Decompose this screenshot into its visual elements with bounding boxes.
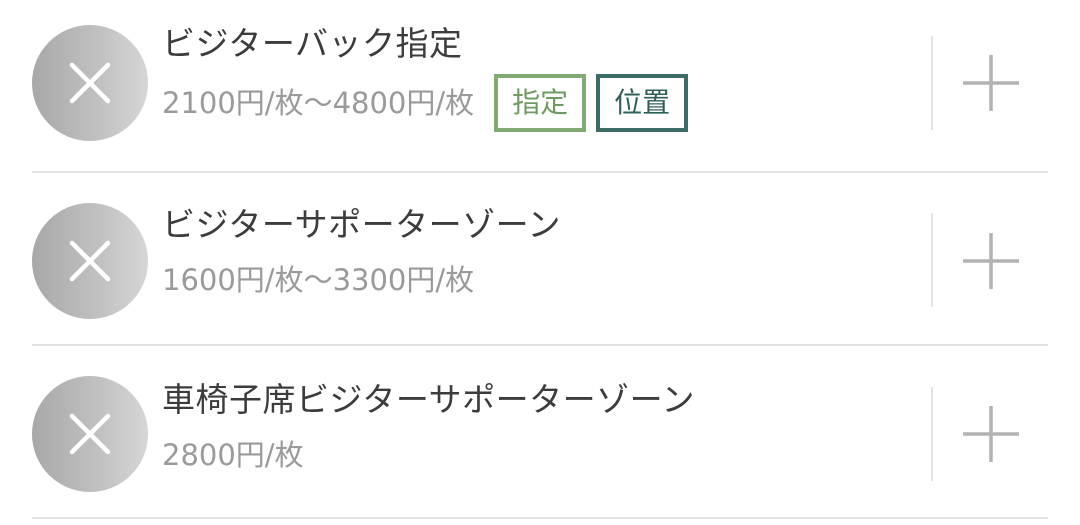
- item-price: 1600円/枚〜3300円/枚: [162, 263, 475, 297]
- close-icon: [69, 240, 111, 282]
- add-button[interactable]: [955, 47, 1027, 119]
- item-title: ビジターバック指定: [162, 24, 463, 63]
- seat-category-list: ビジターバック指定 2100円/枚〜4800円/枚 指定 位置 ビジターサポータ…: [0, 0, 1080, 525]
- item-price: 2100円/枚〜4800円/枚: [162, 86, 475, 120]
- item-price: 2800円/枚: [162, 438, 304, 472]
- vertical-divider: [931, 36, 933, 130]
- designated-tag[interactable]: 指定: [494, 74, 587, 132]
- plus-icon: [963, 233, 1019, 289]
- close-icon: [69, 62, 111, 104]
- row-divider: [32, 517, 1048, 519]
- close-icon: [69, 413, 111, 455]
- item-subline: 2100円/枚〜4800円/枚 指定 位置: [162, 74, 689, 132]
- item-subline: 1600円/枚〜3300円/枚: [162, 251, 474, 309]
- remove-button[interactable]: [32, 25, 148, 141]
- plus-icon: [963, 55, 1019, 111]
- add-button[interactable]: [955, 225, 1027, 297]
- list-item: ビジターサポーターゾーン 1600円/枚〜3300円/枚: [0, 173, 1080, 346]
- item-title: 車椅子席ビジターサポーターゾーン: [162, 380, 696, 419]
- item-subline: 2800円/枚: [162, 426, 304, 484]
- plus-icon: [963, 406, 1019, 462]
- remove-button[interactable]: [32, 203, 148, 319]
- list-item: 車椅子席ビジターサポーターゾーン 2800円/枚: [0, 346, 1080, 519]
- location-tag[interactable]: 位置: [596, 74, 689, 132]
- vertical-divider: [931, 213, 933, 307]
- item-title: ビジターサポーターゾーン: [162, 205, 562, 244]
- add-button[interactable]: [955, 398, 1027, 470]
- vertical-divider: [931, 387, 933, 481]
- remove-button[interactable]: [32, 376, 148, 492]
- list-item: ビジターバック指定 2100円/枚〜4800円/枚 指定 位置: [0, 0, 1080, 173]
